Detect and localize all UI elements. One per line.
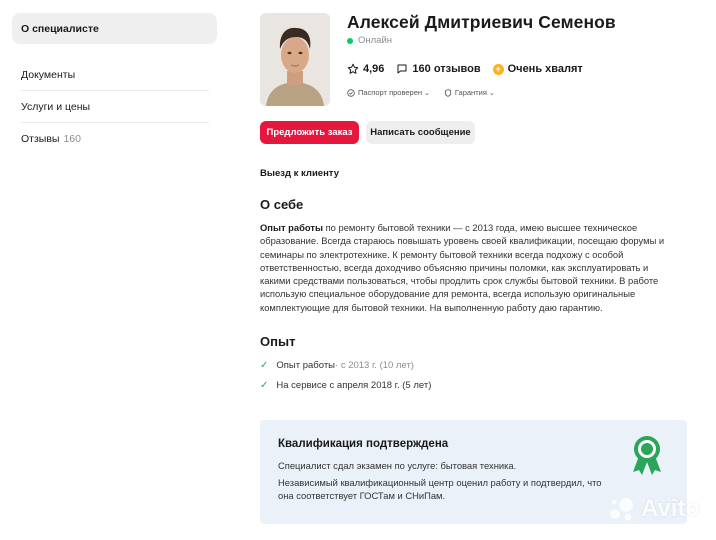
about-text: Опыт работы по ремонту бытовой техники —… (260, 221, 680, 314)
qualification-title: Квалификация подтверждена (278, 438, 449, 450)
write-message-button[interactable]: Написать сообщение (366, 121, 475, 144)
about-heading: О себе (260, 197, 304, 212)
propose-order-button[interactable]: Предложить заказ (260, 121, 359, 144)
praise-label: Очень хвалят (507, 63, 583, 75)
sidebar-item-about[interactable]: О специалисте (12, 13, 217, 44)
chevron-down-icon: ⌄ (424, 89, 430, 97)
online-status: Онлайн (347, 35, 392, 46)
praise-icon: + (492, 63, 504, 75)
verification-badges: Паспорт проверен ⌄ Гарантия ⌄ (347, 88, 509, 97)
rating[interactable]: 4,96 (347, 63, 384, 75)
rating-stats: 4,96 160 отзывов + Очень хвалят (347, 63, 595, 75)
experience-item: ✓ На сервисе с апреля 2018 г. (5 лет) (260, 380, 431, 391)
specialist-name: Алексей Дмитриевич Семенов (347, 12, 616, 32)
sidebar-item-services[interactable]: Услуги и цены (12, 91, 217, 122)
sidebar-item-label: Услуги и цены (21, 100, 91, 113)
experience-item-label: Опыт работы (276, 360, 336, 371)
medal-icon (633, 436, 661, 475)
avito-logo-icon (610, 498, 633, 521)
sidebar-item-label: О специалисте (21, 22, 99, 35)
avito-watermark: Avito (608, 495, 700, 523)
about-body: по ремонту бытовой техники — с 2013 года… (260, 222, 665, 313)
guarantee-badge[interactable]: Гарантия ⌄ (444, 88, 495, 97)
sidebar-item-reviews[interactable]: Отзывы 160 (12, 123, 217, 154)
check-icon: ✓ (260, 380, 269, 391)
visit-client-label: Выезд к клиенту (260, 168, 339, 179)
experience-item-detail: · с 2013 г. (10 лет) (335, 360, 414, 371)
chat-bubble-icon (397, 64, 407, 74)
avatar-portrait-image (260, 13, 330, 106)
sidebar-item-documents[interactable]: Документы (12, 59, 217, 90)
passport-check-icon (347, 88, 355, 97)
guarantee-label: Гарантия (454, 88, 487, 97)
reviews-count: 160 (63, 132, 81, 145)
reviews-link[interactable]: 160 отзывов (396, 63, 481, 75)
sidebar: О специалисте Документы Услуги и цены От… (12, 13, 217, 154)
chevron-down-icon: ⌄ (488, 89, 495, 97)
online-dot-icon (347, 37, 353, 44)
online-status-label: Онлайн (358, 35, 393, 46)
shield-icon (444, 88, 451, 97)
experience-item-label: На сервисе с апреля 2018 г. (5 лет) (276, 380, 432, 391)
passport-verified-badge[interactable]: Паспорт проверен ⌄ (347, 88, 430, 97)
experience-heading: Опыт (260, 334, 296, 349)
star-icon (347, 63, 359, 74)
praise-badge[interactable]: + Очень хвалят (492, 63, 583, 75)
reviews-label: 160 отзывов (412, 63, 481, 75)
about-lead: Опыт работы (260, 222, 323, 233)
avatar (260, 13, 330, 106)
rating-value: 4,96 (363, 63, 385, 75)
passport-verified-label: Паспорт проверен (358, 88, 423, 97)
qualification-center-text: Независимый квалификационный центр оцени… (278, 477, 602, 501)
experience-item: ✓ Опыт работы · с 2013 г. (10 лет) (260, 360, 414, 371)
watermark-text: Avito (641, 495, 701, 522)
sidebar-item-label: Документы (21, 68, 76, 81)
sidebar-item-label: Отзывы (21, 132, 60, 145)
check-icon: ✓ (260, 360, 269, 371)
qualification-exam-text: Специалист сдал экзамен по услуге: бытов… (278, 460, 517, 471)
